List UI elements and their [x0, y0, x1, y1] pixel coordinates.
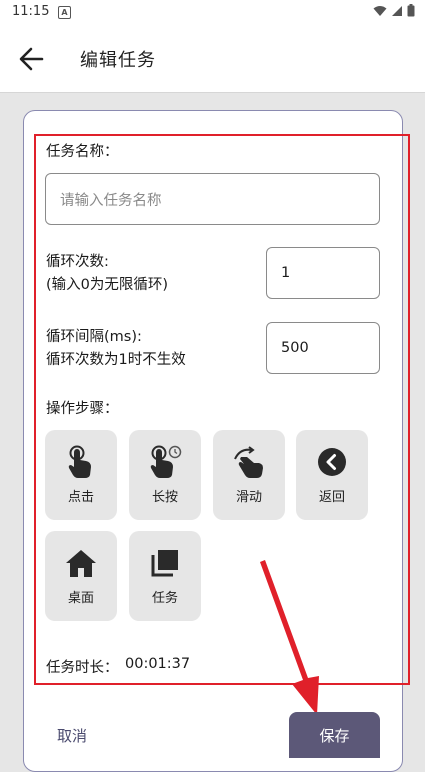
step-swipe-button[interactable]: 滑动 [213, 430, 285, 520]
step-task-label: 任务 [151, 591, 178, 606]
loop-count-hint: (输入0为无限循环) [46, 277, 169, 293]
tap-hand-icon [64, 445, 98, 479]
swipe-hand-icon [232, 445, 266, 479]
step-home-label: 桌面 [67, 591, 94, 606]
wifi-icon [373, 5, 387, 16]
loop-interval-input[interactable]: 500 [266, 322, 380, 374]
step-back-button[interactable]: 返回 [296, 430, 368, 520]
task-name-placeholder: 请输入任务名称 [60, 192, 162, 209]
status-icons [373, 4, 415, 17]
red-arrow-annotation [260, 560, 319, 715]
loop-count-label: 循环次数: [46, 254, 109, 270]
step-tap-label: 点击 [67, 490, 94, 505]
task-name-label: 任务名称： [46, 144, 119, 160]
save-button[interactable]: 保存 [289, 712, 380, 758]
steps-label: 操作步骤： [46, 401, 119, 417]
loop-interval-label: 循环间隔(ms): [46, 329, 142, 345]
status-bar: 11:15 A [0, 0, 425, 24]
loop-interval-hint: 循环次数为1时不生效 [46, 352, 186, 368]
notification-a-icon: A [58, 6, 71, 19]
long-press-hand-icon [148, 445, 182, 479]
loop-count-value: 1 [281, 265, 291, 281]
arrow-left-icon [19, 47, 44, 71]
status-time: 11:15 [12, 4, 50, 19]
home-icon [64, 546, 98, 580]
step-task-button[interactable]: 任务 [129, 531, 201, 621]
step-tap-button[interactable]: 点击 [45, 430, 117, 520]
duration-label: 任务时长： [46, 660, 119, 676]
signal-icon [392, 5, 402, 16]
loop-interval-value: 500 [281, 340, 309, 356]
step-home-button[interactable]: 桌面 [45, 531, 117, 621]
task-name-input[interactable]: 请输入任务名称 [45, 173, 380, 225]
duration-value: 00:01:37 [125, 656, 191, 672]
task-stack-icon [148, 546, 182, 580]
page-title: 编辑任务 [80, 50, 156, 71]
back-button[interactable] [16, 44, 50, 74]
step-back-label: 返回 [318, 490, 345, 505]
back-circle-icon [315, 445, 349, 479]
step-swipe-label: 滑动 [235, 490, 262, 505]
app-bar: 编辑任务 [0, 24, 425, 93]
step-long-press-label: 长按 [151, 490, 178, 505]
step-long-press-button[interactable]: 长按 [129, 430, 201, 520]
battery-icon [407, 4, 415, 17]
cancel-button[interactable]: 取消 [57, 725, 87, 746]
loop-count-input[interactable]: 1 [266, 247, 380, 299]
